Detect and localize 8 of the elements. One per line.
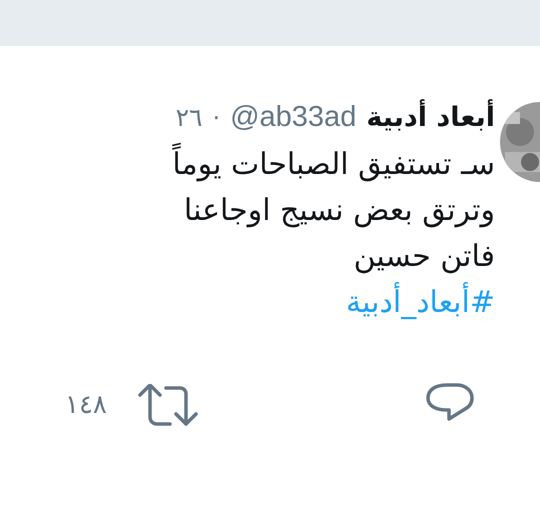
author-name[interactable]: أبعاد أدبية: [366, 98, 495, 138]
tweet-time: ٢٦: [176, 102, 202, 134]
separator: ·: [212, 102, 220, 134]
author-handle[interactable]: @ab33ad: [230, 96, 356, 140]
tweet-text: سـ تستفيق الصباحات يوماً وترتق بعض نسيج اوجاعنا فاتن حسين: [10, 142, 495, 280]
hashtag-link[interactable]: #أبعاد_أدبية: [346, 280, 495, 326]
retweet-icon[interactable]: [136, 384, 199, 428]
retweet-count: ١٤٨: [65, 389, 107, 422]
